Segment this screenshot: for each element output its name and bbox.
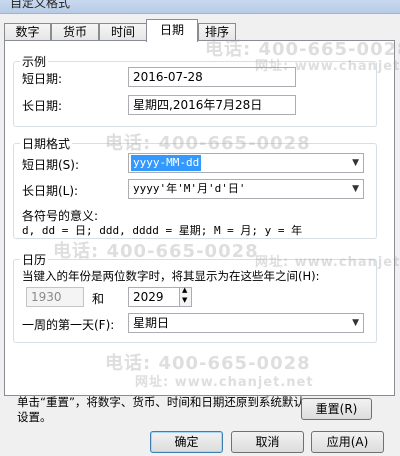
tab-currency[interactable]: 货币 <box>51 23 99 41</box>
first-day-label: 一周的第一天(F): <box>22 318 115 332</box>
two-digit-year-text: 当键入的年份是两位数字时，将其显示为在这些年之间(H): <box>22 269 320 283</box>
ok-button[interactable]: 确定 <box>150 431 223 453</box>
title-bar: 自定义格式 <box>0 0 400 14</box>
date-format-group-title: 日期格式 <box>20 135 73 152</box>
example-long-value: 星期四,2016年7月28日 <box>128 95 296 115</box>
year-spinner[interactable]: ▲ ▼ <box>180 286 192 307</box>
example-short-label: 短日期: <box>22 72 63 86</box>
tab-date[interactable]: 日期 <box>146 19 198 42</box>
chevron-down-icon[interactable]: ▼ <box>352 315 359 331</box>
cancel-button[interactable]: 取消 <box>231 431 304 453</box>
short-date-value: yyyy-MM-dd <box>131 155 202 171</box>
spin-down-icon[interactable]: ▼ <box>182 296 187 304</box>
chevron-down-icon[interactable]: ▼ <box>352 181 359 197</box>
short-date-label: 短日期(S): <box>22 158 80 172</box>
watermark-phone: 电话: 400-665-0028 <box>105 353 311 374</box>
tab-number[interactable]: 数字 <box>4 23 51 41</box>
short-date-select[interactable]: yyyy-MM-dd ▼ <box>128 153 364 173</box>
reset-description: 单击“重置”，将数字、货币、时间和日期还原到系统默认设置。 <box>17 395 305 424</box>
date-format-group: 日期格式 短日期(S): yyyy-MM-dd ▼ 长日期(L): yyyy'年… <box>13 135 377 239</box>
tab-time[interactable]: 时间 <box>99 23 147 41</box>
apply-button[interactable]: 应用(A) <box>311 431 384 453</box>
long-date-value: yyyy'年'M'月'd'日' <box>133 182 246 195</box>
first-day-select[interactable]: 星期日 ▼ <box>128 313 364 333</box>
calendar-group-title: 日历 <box>20 251 49 268</box>
spin-up-icon[interactable]: ▲ <box>182 286 187 294</box>
example-group: 示例 短日期: 2016-07-28 长日期: 星期四,2016年7月28日 <box>13 53 377 127</box>
long-date-label: 长日期(L): <box>22 184 79 198</box>
reset-button[interactable]: 重置(R) <box>301 398 372 420</box>
tab-strip: 数字 货币 时间 日期 排序 <box>4 19 396 42</box>
tab-sort[interactable]: 排序 <box>198 23 236 41</box>
year-from-input: 1930 <box>26 287 84 307</box>
chevron-down-icon[interactable]: ▼ <box>352 155 359 171</box>
example-long-label: 长日期: <box>22 99 63 113</box>
and-label: 和 <box>92 292 105 306</box>
long-date-select[interactable]: yyyy'年'M'月'd'日' ▼ <box>128 179 364 199</box>
year-to-input[interactable]: 2029 <box>128 287 180 307</box>
example-group-title: 示例 <box>20 53 49 70</box>
tab-panel-date: 示例 短日期: 2016-07-28 长日期: 星期四,2016年7月28日 日… <box>4 39 400 424</box>
window-title: 自定义格式 <box>10 0 71 10</box>
first-day-value: 星期日 <box>133 316 170 330</box>
calendar-group: 日历 当键入的年份是两位数字时，将其显示为在这些年之间(H): 1930 和 2… <box>13 251 377 343</box>
watermark-site: 网址: www.chanjet.net <box>135 375 314 390</box>
example-short-value: 2016-07-28 <box>128 67 296 87</box>
symbol-legend-text: d, dd = 日; ddd, dddd = 星期; M = 月; y = 年 <box>22 224 303 237</box>
